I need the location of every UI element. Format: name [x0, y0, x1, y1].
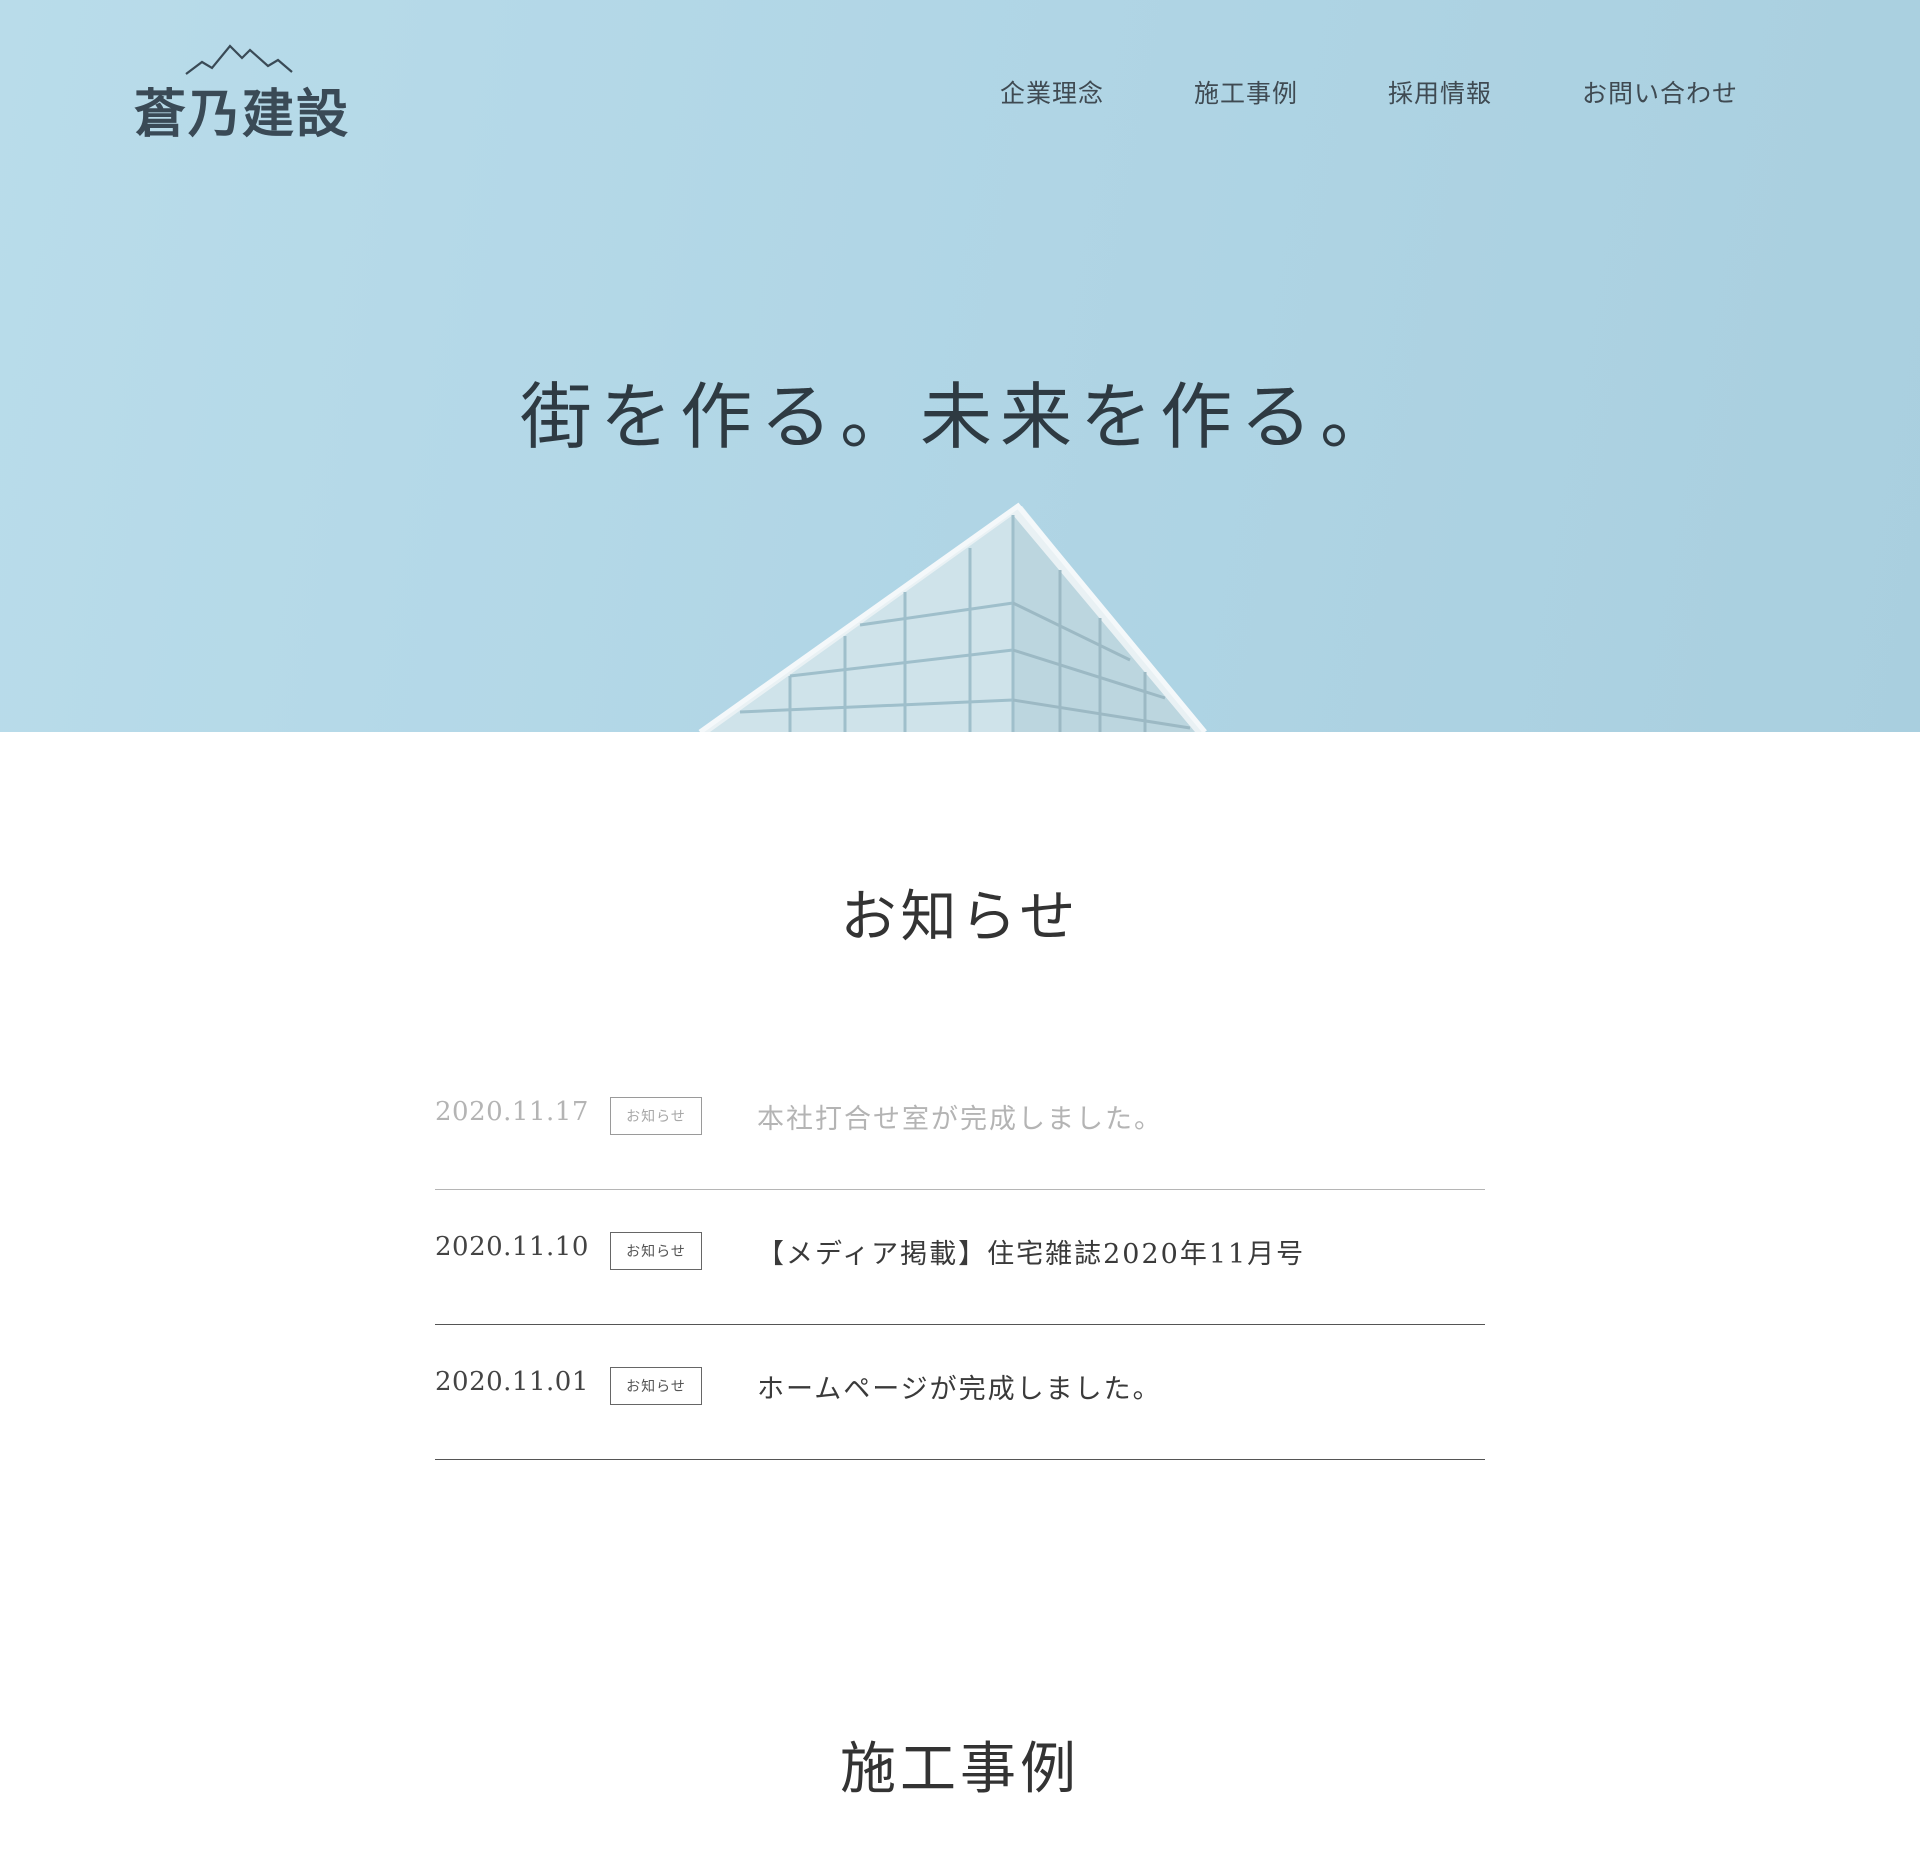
company-logo[interactable]: 蒼乃建設 — [134, 42, 348, 145]
news-item[interactable]: 2020.11.17 お知らせ 本社打合せ室が完成しました。 — [435, 1055, 1485, 1190]
logo-text: 蒼乃建設 — [134, 84, 351, 145]
nav-item-works[interactable]: 施工事例 — [1194, 74, 1298, 110]
nav-item-contact[interactable]: お問い合わせ — [1582, 74, 1738, 110]
news-title[interactable]: 【メディア掲載】住宅雑誌2020年11月号 — [757, 1232, 1305, 1271]
news-category-badge: お知らせ — [610, 1097, 702, 1135]
news-title[interactable]: ホームページが完成しました。 — [757, 1367, 1162, 1406]
news-item[interactable]: 2020.11.10 お知らせ 【メディア掲載】住宅雑誌2020年11月号 — [435, 1190, 1485, 1325]
news-date: 2020.11.10 — [435, 1232, 589, 1262]
hero-title: 街を作る。未来を作る。 — [519, 375, 1400, 459]
news-title[interactable]: 本社打合せ室が完成しました。 — [757, 1097, 1163, 1136]
main-nav: 企業理念 施工事例 採用情報 お問い合わせ — [1000, 74, 1738, 110]
nav-item-philosophy[interactable]: 企業理念 — [1000, 74, 1104, 110]
nav-item-recruit[interactable]: 採用情報 — [1388, 74, 1492, 110]
news-heading: お知らせ — [840, 885, 1080, 950]
news-date: 2020.11.17 — [435, 1097, 589, 1127]
hero-section: 蒼乃建設 企業理念 施工事例 採用情報 お問い合わせ 街を作る。未来を作る。 — [0, 0, 1920, 732]
works-heading: 施工事例 — [840, 1737, 1080, 1802]
news-list: 2020.11.17 お知らせ 本社打合せ室が完成しました。 2020.11.1… — [435, 1055, 1485, 1460]
news-category-badge: お知らせ — [610, 1232, 702, 1270]
news-date: 2020.11.01 — [435, 1367, 589, 1397]
news-item[interactable]: 2020.11.01 お知らせ ホームページが完成しました。 — [435, 1325, 1485, 1460]
news-category-badge: お知らせ — [610, 1367, 702, 1405]
